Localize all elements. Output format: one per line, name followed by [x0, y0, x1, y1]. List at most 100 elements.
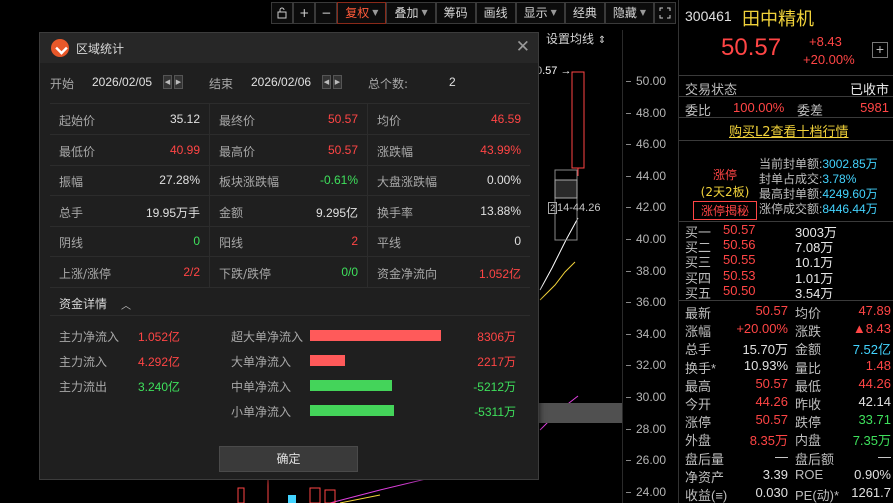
- confirm-button[interactable]: 确定: [219, 446, 358, 472]
- stats-label: 下跌/跌停: [219, 267, 272, 281]
- stats-label: 资金净流向: [377, 267, 438, 281]
- stock-code: 300461: [685, 8, 732, 24]
- divider: [679, 300, 893, 301]
- add-watchlist-icon[interactable]: +: [872, 42, 888, 58]
- zoom-out-icon[interactable]: −: [315, 2, 338, 24]
- stats-cell: 起始价 35.12: [50, 104, 210, 135]
- stats-value: 2: [351, 234, 358, 249]
- start-next-icon[interactable]: ▶: [174, 75, 183, 89]
- stats-label: 最高价: [219, 144, 256, 159]
- price-marker: 0.57 →: [536, 65, 572, 77]
- detail-value: 8.35万: [749, 433, 788, 449]
- close-icon[interactable]: ✕: [516, 37, 530, 57]
- price-axis-tick: 46.00: [625, 137, 667, 152]
- detail-value: 50.57: [755, 412, 788, 428]
- detail-value: 10.93%: [743, 357, 788, 373]
- end-label: 结束: [209, 77, 234, 91]
- count-label: 总个数:: [368, 77, 409, 91]
- ma-setting-label[interactable]: 设置均线: [546, 32, 594, 46]
- stats-cell: 金额 9.295亿: [210, 195, 368, 227]
- stats-value: 46.59: [490, 112, 521, 126]
- stats-label: 金额: [219, 205, 244, 220]
- stats-label: 阴线: [59, 236, 84, 251]
- chevron-down-icon: ▼: [421, 8, 428, 17]
- price-axis-tick: 32.00: [625, 358, 667, 373]
- detail-value: 7.52亿: [852, 342, 891, 358]
- price-axis-tick: 28.00: [625, 421, 667, 436]
- yincang-button[interactable]: 隐藏 ▼: [604, 2, 654, 24]
- chevron-up-icon[interactable]: ︿: [121, 297, 131, 312]
- seal-label: 封单占成交:: [759, 172, 823, 186]
- end-prev-icon[interactable]: ◀: [322, 75, 331, 89]
- chevron-down-icon: ▼: [372, 8, 379, 17]
- stats-value: 2/2: [183, 265, 200, 279]
- range-prefix-icon: 2: [548, 202, 558, 214]
- dialog-titlebar[interactable]: 区域统计 ✕: [40, 33, 538, 63]
- fund-order-bar: [310, 355, 345, 366]
- fund-main-label: 主力流入: [59, 355, 108, 369]
- price-change-pct: +20.00%: [803, 52, 855, 67]
- fund-order-bar: [310, 380, 392, 391]
- seal-value: 3.78%: [822, 172, 857, 186]
- detail-value: +20.00%: [736, 321, 788, 337]
- stats-label: 涨跌幅: [377, 144, 414, 159]
- fullscreen-icon[interactable]: [654, 2, 676, 24]
- bid-price: 50.56: [723, 237, 756, 253]
- ma-setting-link[interactable]: 设置均线 ⇕: [546, 30, 606, 47]
- detail-value: —: [878, 448, 891, 464]
- start-date: 2026/02/05: [92, 75, 153, 89]
- chouma-button[interactable]: 筹码: [435, 2, 476, 24]
- bid-price: 50.55: [723, 252, 756, 268]
- limit-reveal-button[interactable]: 涨停揭秘: [693, 201, 757, 220]
- stock-name: 田中精机: [742, 9, 814, 30]
- zoom-in-icon[interactable]: +: [293, 2, 316, 24]
- bid-price: 50.50: [723, 282, 756, 298]
- xianshi-button[interactable]: 显示 ▼: [515, 2, 565, 24]
- fund-order-label: 小单净流入: [231, 405, 292, 419]
- seal-value: 3002.85万: [822, 157, 878, 171]
- stats-value: 50.57: [327, 112, 358, 126]
- stats-cell: 上涨/涨停 2/2: [50, 257, 210, 288]
- fund-order-label: 中单净流入: [231, 380, 292, 394]
- diejia-button[interactable]: 叠加 ▼: [386, 2, 436, 24]
- detail-label: 盘后量: [685, 451, 725, 467]
- weicha-value: 5981: [860, 100, 889, 115]
- stats-value: 27.28%: [159, 173, 200, 188]
- detail-label: PE(动)*: [795, 488, 840, 503]
- stats-value: 35.12: [169, 112, 200, 126]
- candle-bg-4: [324, 489, 336, 503]
- stats-cell: 资金净流向 1.052亿: [368, 257, 530, 288]
- jingdian-button[interactable]: 经典: [564, 2, 605, 24]
- stats-value: 0: [193, 234, 200, 249]
- fuquan-button[interactable]: 复权 ▼: [337, 2, 387, 24]
- fund-order-value: -5311万: [474, 405, 516, 419]
- stats-label: 阳线: [219, 236, 244, 251]
- price-axis-tick: 38.00: [625, 263, 667, 278]
- detail-label: 跌停: [795, 415, 822, 431]
- stats-label: 上涨/涨停: [59, 267, 112, 281]
- detail-label: 涨幅: [685, 324, 712, 340]
- price-change: +8.43: [809, 34, 842, 49]
- huaxian-label: 画线: [483, 6, 508, 20]
- limit-up-badge: 涨停 (2天2板) 涨停揭秘: [693, 166, 757, 220]
- lock-icon[interactable]: [271, 2, 294, 24]
- seal-value: 8446.44万: [822, 202, 878, 216]
- divider: [679, 96, 893, 97]
- fund-main-label: 主力流出: [59, 380, 108, 394]
- stats-value: 0.00%: [486, 173, 521, 188]
- huaxian-button[interactable]: 画线: [475, 2, 516, 24]
- start-prev-icon[interactable]: ◀: [163, 75, 172, 89]
- fund-order-value: 2217万: [477, 355, 516, 369]
- volume-band: [538, 403, 622, 423]
- seal-line: 涨停成交额:8446.44万: [759, 200, 878, 217]
- end-next-icon[interactable]: ▶: [333, 75, 342, 89]
- detail-value: 0.90%: [854, 466, 891, 482]
- app-logo-icon: [51, 39, 69, 57]
- fund-order-value: -5212万: [473, 380, 516, 394]
- price-axis-tick: 44.00: [625, 168, 667, 183]
- buy-l2-link[interactable]: 购买L2查看十档行情: [729, 121, 849, 140]
- detail-value: ▲8.43: [852, 321, 891, 337]
- fund-detail-title: 资金详情: [59, 297, 108, 311]
- weibi-value: 100.00%: [733, 100, 785, 115]
- stats-cell: 下跌/跌停 0/0: [210, 257, 368, 288]
